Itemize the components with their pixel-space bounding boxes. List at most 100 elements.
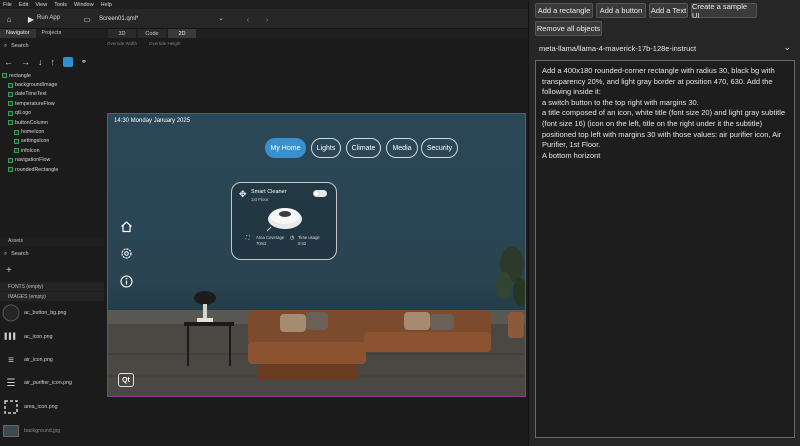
tree-item[interactable]: dateTimeText: [0, 90, 104, 99]
run-app-button[interactable]: Run App: [37, 15, 60, 21]
run-icon[interactable]: ▶: [26, 14, 36, 24]
toolbar: ⌂ ▶ Run App ▭ Screen01.qml* ⌄ ‹ ›: [0, 9, 528, 29]
remove-all-objects-button[interactable]: Remove all objects: [535, 21, 602, 36]
area-icon: [2, 398, 20, 416]
tree-item-label: qtLogo: [15, 110, 32, 117]
prompt-input[interactable]: Add a 400x180 rounded-corner rectangle w…: [535, 60, 795, 438]
create-sample-ui-button[interactable]: Create a sample UI: [691, 2, 757, 20]
tree-item-label: settingsIcon: [21, 138, 50, 145]
nav-climate[interactable]: Climate: [346, 138, 381, 158]
asset-item[interactable]: ▌▌▌ ac_icon.png: [0, 326, 104, 348]
tree-item[interactable]: settingsIcon: [0, 137, 104, 146]
current-file-label: Screen01.qml*: [99, 16, 139, 22]
forward-icon[interactable]: ›: [262, 14, 272, 24]
area-coverage-label: Area Coverage: [256, 235, 285, 240]
arrow-right-icon[interactable]: →: [21, 57, 30, 67]
override-height[interactable]: Override Height: [149, 41, 181, 46]
area-coverage-value: 70m2: [256, 241, 267, 246]
tab-2d[interactable]: 2D: [168, 29, 196, 38]
tree-item[interactable]: roundedRectangle: [0, 165, 104, 174]
model-name: meta-llama/llama-4-maverick-17b-128e-ins…: [539, 43, 697, 53]
filter-icon[interactable]: [63, 57, 73, 67]
home-icon[interactable]: ⌂: [4, 14, 14, 24]
prompt-text: Add a 400x180 rounded-corner rectangle w…: [542, 66, 786, 160]
menu-window[interactable]: Window: [74, 2, 94, 8]
tree-item[interactable]: rectangle: [0, 71, 104, 80]
fonts-section[interactable]: FONTS (empty): [0, 282, 104, 291]
component-icon: [8, 167, 13, 173]
back-icon[interactable]: ‹: [243, 14, 253, 24]
add-asset-icon[interactable]: +: [6, 265, 12, 276]
menu-view[interactable]: View: [35, 2, 47, 8]
assets-search[interactable]: ⌕ Search: [0, 248, 104, 260]
add-rectangle-button[interactable]: Add a rectangle: [535, 3, 593, 18]
tree-item[interactable]: backgroundImage: [0, 80, 104, 89]
tab-3d[interactable]: 3D: [108, 29, 136, 38]
override-width[interactable]: Override Width: [107, 41, 137, 46]
design-canvas[interactable]: 14:30 Monday January 2025 My Home Lights…: [107, 113, 526, 397]
tree-item[interactable]: infoIcon: [0, 146, 104, 155]
tree-item-label: roundedRectangle: [15, 166, 59, 173]
tree-item[interactable]: temperatureFlow: [0, 99, 104, 108]
arrow-down-icon[interactable]: ↓: [38, 57, 43, 67]
navigator-toolbar: ← → ↓ ↑ ⚭: [0, 56, 104, 68]
search-icon: ⌕: [4, 42, 8, 49]
circle-thumbnail-icon: [2, 304, 20, 322]
ai-assistant-panel: Add a rectangle Add a button Add a Text …: [528, 0, 800, 446]
asset-item[interactable]: background.jpg: [0, 420, 104, 442]
tree-item[interactable]: navigationFlow: [0, 156, 104, 165]
tab-projects[interactable]: Projects: [36, 29, 68, 38]
settings-icon[interactable]: [119, 246, 133, 260]
menu-file[interactable]: File: [3, 2, 12, 8]
asset-label: ac_button_bg.png: [24, 310, 67, 316]
add-text-button[interactable]: Add a Text: [649, 3, 688, 18]
nav-security[interactable]: Security: [421, 138, 458, 158]
link-icon[interactable]: ⚭: [81, 58, 87, 66]
cleaner-switch[interactable]: [313, 190, 327, 197]
nav-my-home[interactable]: My Home: [265, 138, 306, 158]
component-icon: [8, 101, 13, 107]
tree-item[interactable]: homeIcon: [0, 127, 104, 136]
component-icon: [8, 110, 13, 116]
search-icon: ⌕: [4, 250, 8, 257]
asset-item[interactable]: ac_button_bg.png: [0, 302, 104, 324]
nav-lights[interactable]: Lights: [311, 138, 341, 158]
tree-item-label: navigationFlow: [15, 157, 51, 164]
cleaner-icon: ✥: [239, 189, 247, 199]
arrow-left-icon[interactable]: ←: [4, 57, 13, 67]
chevron-down-icon: ⌄: [783, 42, 791, 52]
model-selector[interactable]: meta-llama/llama-4-maverick-17b-128e-ins…: [535, 40, 795, 56]
navigator-search-placeholder: Search: [11, 43, 29, 49]
asset-item[interactable]: area_icon.png: [0, 396, 104, 418]
menu-help[interactable]: Help: [101, 2, 112, 8]
tab-code[interactable]: Code: [138, 29, 166, 38]
tab-navigator[interactable]: Navigator: [0, 29, 36, 38]
arrow-up-icon[interactable]: ↑: [51, 57, 56, 67]
tree-item[interactable]: buttonColumn: [0, 118, 104, 127]
file-selector[interactable]: Screen01.qml* ⌄: [96, 13, 228, 25]
chevron-down-icon: ⌄: [218, 15, 224, 22]
navigator-search[interactable]: ⌕ Search: [0, 40, 104, 52]
editor-tabs: 3D Code 2D: [104, 29, 528, 38]
time-usage-label: Time usage: [298, 235, 320, 240]
nav-media[interactable]: Media: [386, 138, 418, 158]
menu-tools[interactable]: Tools: [54, 2, 67, 8]
assets-header: Assets: [0, 238, 104, 246]
home-icon[interactable]: [119, 219, 133, 233]
asset-item[interactable]: ☰ air_purifier_icon.png: [0, 372, 104, 394]
menu-edit[interactable]: Edit: [19, 2, 28, 8]
clock-icon: ◷: [290, 235, 295, 241]
info-icon[interactable]: [119, 274, 133, 288]
add-button-button[interactable]: Add a button: [596, 3, 646, 18]
qt-logo: Qt: [118, 373, 134, 387]
images-section[interactable]: IMAGES (empty): [0, 292, 104, 301]
tree-item-label: homeIcon: [21, 129, 45, 136]
code-icon[interactable]: ▭: [82, 14, 92, 24]
navigator-tree: rectangle backgroundImage dateTimeText temp…: [0, 71, 104, 174]
tree-item-label: buttonColumn: [15, 119, 48, 126]
tree-item[interactable]: qtLogo: [0, 109, 104, 118]
asset-item[interactable]: ≡ air_icon.png: [0, 349, 104, 371]
time-usage-value: 0:42: [298, 241, 307, 246]
component-icon: [8, 91, 13, 97]
tree-item-label: backgroundImage: [15, 82, 58, 89]
